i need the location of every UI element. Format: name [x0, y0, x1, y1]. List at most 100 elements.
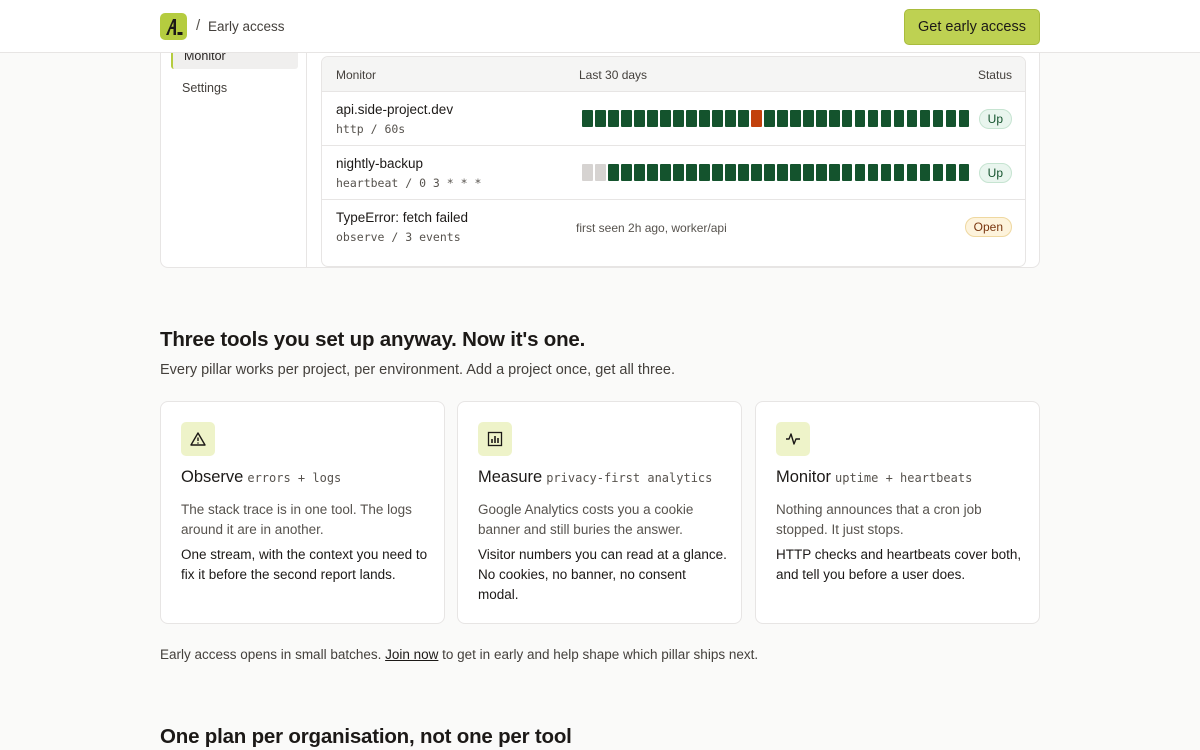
logo-mark-icon	[165, 18, 182, 35]
uptime-day-up[interactable]	[724, 110, 736, 127]
uptime-day-up[interactable]	[958, 110, 970, 127]
uptime-day-up[interactable]	[880, 110, 892, 127]
uptime-day-up[interactable]	[698, 110, 710, 127]
sidebar-item-settings[interactable]: Settings	[171, 75, 298, 101]
card-tag: errors + logs	[247, 471, 342, 485]
uptime-day-up[interactable]	[672, 164, 684, 181]
card-problem: Nothing announces that a cron job stoppe…	[776, 502, 982, 537]
uptime-day-up[interactable]	[932, 164, 944, 181]
table-row[interactable]: nightly-backup heartbeat / 0 3 * * * Up	[322, 146, 1025, 200]
uptime-bars	[582, 164, 970, 181]
uptime-day-up[interactable]	[893, 164, 905, 181]
uptime-day-up[interactable]	[854, 164, 866, 181]
monitor-meta: heartbeat / 0 3 * * *	[336, 176, 482, 190]
table-row[interactable]: TypeError: fetch failed observe / 3 even…	[322, 200, 1025, 254]
uptime-day-up[interactable]	[802, 110, 814, 127]
status-badge: Up	[978, 163, 1012, 183]
table-row[interactable]: api.side-project.dev http / 60s Up	[322, 92, 1025, 146]
issue-first-seen: first seen 2h ago, worker/api	[576, 221, 727, 235]
uptime-day-down[interactable]	[750, 110, 762, 127]
card-tag: uptime + heartbeats	[835, 471, 973, 485]
uptime-day-up[interactable]	[815, 110, 827, 127]
uptime-day-up[interactable]	[841, 110, 853, 127]
uptime-day-up[interactable]	[685, 164, 697, 181]
pulse-icon	[776, 422, 810, 456]
monitor-name: nightly-backup	[336, 156, 424, 171]
uptime-day-up[interactable]	[867, 110, 879, 127]
uptime-day-up[interactable]	[620, 110, 632, 127]
uptime-day-none[interactable]	[594, 164, 606, 181]
uptime-day-up[interactable]	[776, 110, 788, 127]
uptime-day-up[interactable]	[828, 110, 840, 127]
uptime-day-up[interactable]	[867, 164, 879, 181]
uptime-day-up[interactable]	[763, 164, 775, 181]
uptime-day-up[interactable]	[711, 110, 723, 127]
uptime-day-up[interactable]	[659, 164, 671, 181]
breadcrumb[interactable]: Early access	[208, 19, 285, 34]
uptime-day-up[interactable]	[815, 164, 827, 181]
uptime-day-up[interactable]	[906, 110, 918, 127]
monitor-name: api.side-project.dev	[336, 102, 454, 117]
uptime-day-up[interactable]	[802, 164, 814, 181]
warning-triangle-icon	[181, 422, 215, 456]
uptime-day-up[interactable]	[945, 164, 957, 181]
pricing-heading: One plan per organisation, not one per t…	[160, 725, 572, 748]
uptime-day-up[interactable]	[776, 164, 788, 181]
uptime-day-up[interactable]	[620, 164, 632, 181]
uptime-day-up[interactable]	[582, 110, 593, 127]
uptime-day-up[interactable]	[607, 164, 619, 181]
dashboard-preview: Monitor Settings Monitor Last 30 days St…	[160, 30, 1040, 268]
uptime-day-up[interactable]	[607, 110, 619, 127]
uptime-day-up[interactable]	[841, 164, 853, 181]
preview-sidebar: Monitor Settings	[161, 31, 307, 267]
card-problem: Google Analytics costs you a cookie bann…	[478, 502, 694, 537]
uptime-day-none[interactable]	[582, 164, 593, 181]
uptime-day-up[interactable]	[659, 110, 671, 127]
uptime-day-up[interactable]	[828, 164, 840, 181]
uptime-day-up[interactable]	[646, 110, 658, 127]
column-header-status: Status	[977, 68, 1012, 82]
uptime-day-up[interactable]	[919, 110, 931, 127]
pillar-card-measure: Measure privacy-first analytics Google An…	[457, 401, 742, 624]
uptime-day-up[interactable]	[789, 110, 801, 127]
uptime-day-up[interactable]	[945, 110, 957, 127]
uptime-day-up[interactable]	[672, 110, 684, 127]
column-header-monitor: Monitor	[336, 68, 377, 82]
uptime-day-up[interactable]	[633, 164, 645, 181]
uptime-day-up[interactable]	[750, 164, 762, 181]
pillar-card-observe: Observe errors + logs The stack trace is …	[160, 401, 445, 624]
uptime-day-up[interactable]	[789, 164, 801, 181]
monitor-meta: http / 60s	[336, 122, 406, 136]
uptime-day-up[interactable]	[646, 164, 658, 181]
uptime-day-up[interactable]	[919, 164, 931, 181]
uptime-day-up[interactable]	[633, 110, 645, 127]
issue-meta: observe / 3 events	[336, 230, 461, 244]
uptime-day-up[interactable]	[698, 164, 710, 181]
uptime-day-up[interactable]	[932, 110, 944, 127]
uptime-day-up[interactable]	[737, 164, 749, 181]
early-access-note: Early access opens in small batches. Joi…	[160, 647, 759, 662]
uptime-day-up[interactable]	[893, 110, 905, 127]
uptime-bars	[582, 110, 970, 127]
pillar-card-monitor: Monitor uptime + heartbeats Nothing annou…	[755, 401, 1040, 624]
card-solution: HTTP checks and heartbeats cover both, a…	[776, 547, 1022, 582]
card-problem: The stack trace is in one tool. The logs…	[181, 502, 412, 537]
uptime-day-up[interactable]	[711, 164, 723, 181]
uptime-day-up[interactable]	[737, 110, 749, 127]
card-title: Measure privacy-first analytics	[478, 468, 713, 486]
uptime-day-up[interactable]	[906, 164, 918, 181]
issue-name: TypeError: fetch failed	[336, 210, 469, 225]
uptime-day-up[interactable]	[763, 110, 775, 127]
uptime-day-up[interactable]	[685, 110, 697, 127]
uptime-day-up[interactable]	[594, 110, 606, 127]
uptime-day-up[interactable]	[880, 164, 892, 181]
uptime-day-up[interactable]	[958, 164, 970, 181]
uptime-day-up[interactable]	[724, 164, 736, 181]
table-header: Monitor Last 30 days Status	[322, 57, 1025, 92]
get-early-access-button[interactable]: Get early access	[904, 9, 1040, 45]
logo[interactable]	[160, 13, 187, 40]
status-badge: Open	[964, 217, 1012, 237]
card-title: Monitor uptime + heartbeats	[776, 468, 973, 486]
join-now-link[interactable]: Join now	[385, 647, 438, 662]
uptime-day-up[interactable]	[854, 110, 866, 127]
